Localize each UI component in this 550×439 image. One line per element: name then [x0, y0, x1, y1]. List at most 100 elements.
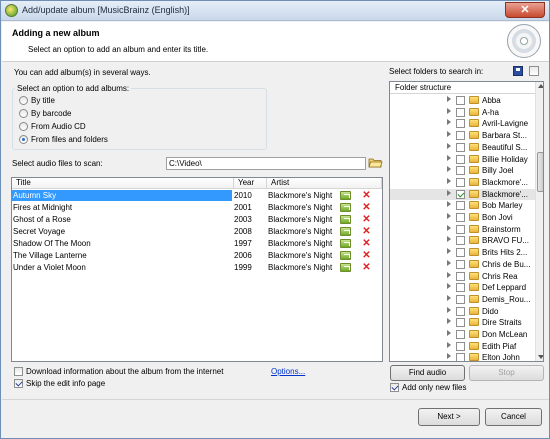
expand-arrow-icon[interactable]	[447, 201, 451, 208]
lookup-arrow-icon[interactable]	[340, 239, 351, 248]
folder-checkbox[interactable]	[456, 107, 465, 117]
folder-checkbox[interactable]	[456, 330, 465, 339]
tree-item[interactable]: Abba	[390, 95, 535, 106]
expand-arrow-icon[interactable]	[447, 248, 451, 255]
radio-by-title-label[interactable]: By title	[31, 96, 55, 105]
lookup-arrow-icon[interactable]	[340, 251, 351, 260]
expand-arrow-icon[interactable]	[447, 306, 451, 313]
lookup-arrow-icon[interactable]	[340, 203, 351, 212]
expand-arrow-icon[interactable]	[447, 154, 451, 161]
folder-checkbox[interactable]	[456, 259, 465, 269]
tree-item[interactable]: Brainstorm	[390, 224, 535, 235]
folder-checkbox[interactable]	[456, 142, 465, 152]
tree-item[interactable]: A-ha	[390, 107, 535, 118]
delete-x-icon[interactable]: ✕	[362, 263, 371, 273]
tree-item[interactable]: Avril-Lavigne	[390, 118, 535, 129]
expand-arrow-icon[interactable]	[447, 131, 451, 138]
stop-button[interactable]: Stop	[469, 365, 544, 381]
folder-checkbox[interactable]	[456, 353, 465, 361]
download-info-checkbox[interactable]	[14, 367, 23, 376]
expand-arrow-icon[interactable]	[447, 283, 451, 290]
expand-arrow-icon[interactable]	[447, 189, 451, 196]
folder-checkbox[interactable]	[456, 306, 465, 316]
folder-checkbox[interactable]	[456, 294, 465, 304]
select-all-folders-checkbox[interactable]	[529, 66, 539, 76]
tree-item[interactable]: Edith Piaf	[390, 341, 535, 352]
radio-by-barcode-label[interactable]: By barcode	[31, 109, 71, 118]
expand-arrow-icon[interactable]	[447, 330, 451, 336]
audio-files-list[interactable]: Title Year Artist Autumn Sky 2010 Blackmor…	[11, 177, 383, 362]
tree-item[interactable]: Dire Straits	[390, 317, 535, 328]
folder-checkbox[interactable]	[456, 248, 465, 258]
tree-item[interactable]: Barbara St...	[390, 130, 535, 141]
table-row[interactable]: Autumn Sky 2010 Blackmore's Night ✕	[12, 190, 382, 201]
delete-x-icon[interactable]: ✕	[362, 239, 371, 249]
table-row[interactable]: Shadow Of The Moon 1997 Blackmore's Night ✕	[12, 238, 382, 249]
find-audio-button[interactable]: Find audio	[390, 365, 465, 381]
radio-from-files-and-folders-label[interactable]: From files and folders	[31, 135, 108, 144]
folder-checkbox[interactable]	[456, 177, 465, 187]
lookup-arrow-icon[interactable]	[340, 191, 351, 200]
folder-checkbox[interactable]	[456, 166, 465, 176]
folder-checkbox[interactable]	[456, 236, 465, 246]
expand-arrow-icon[interactable]	[447, 213, 451, 219]
tree-item[interactable]: Chris Rea	[390, 271, 535, 282]
tree-item[interactable]: Don McLean	[390, 329, 535, 340]
save-icon[interactable]	[513, 66, 523, 76]
expand-arrow-icon[interactable]	[447, 341, 451, 348]
tree-item[interactable]: Beautiful S...	[390, 142, 535, 153]
scroll-thumb[interactable]	[537, 152, 543, 192]
delete-x-icon[interactable]: ✕	[362, 203, 371, 213]
folder-checkbox[interactable]	[456, 96, 465, 105]
folder-checkbox[interactable]	[456, 201, 465, 211]
add-only-new-checkbox[interactable]	[390, 383, 399, 392]
folder-checkbox[interactable]	[456, 318, 465, 328]
table-row[interactable]: The Village Lanterne 2006 Blackmore's Nigh…	[12, 250, 382, 261]
column-title[interactable]: Title	[12, 178, 234, 189]
column-artist[interactable]: Artist	[267, 178, 382, 189]
tree-item[interactable]: Blackmore'...	[390, 177, 535, 188]
expand-arrow-icon[interactable]	[447, 96, 451, 102]
folder-checkbox[interactable]	[456, 119, 465, 129]
expand-arrow-icon[interactable]	[447, 107, 451, 114]
tree-item[interactable]: Bob Marley	[390, 200, 535, 211]
radio-from-audio-cd[interactable]	[19, 122, 28, 131]
scroll-down-icon[interactable]	[538, 355, 543, 359]
column-year[interactable]: Year	[234, 178, 267, 189]
folder-checkbox[interactable]	[456, 154, 465, 164]
next-button[interactable]: Next >	[418, 408, 480, 426]
tree-scrollbar[interactable]	[535, 82, 543, 361]
expand-arrow-icon[interactable]	[447, 166, 451, 173]
tree-item[interactable]: Brits Hits 2...	[390, 247, 535, 258]
expand-arrow-icon[interactable]	[447, 119, 451, 126]
delete-x-icon[interactable]: ✕	[362, 215, 371, 225]
tree-item[interactable]: Chris de Bu...	[390, 259, 535, 270]
folder-checkbox[interactable]	[456, 189, 465, 199]
folder-checkbox[interactable]	[456, 271, 465, 281]
scan-path-input[interactable]: C:\Video\	[166, 157, 366, 170]
close-button[interactable]: ✕	[505, 2, 545, 18]
tree-item[interactable]: Elton John	[390, 352, 535, 361]
expand-arrow-icon[interactable]	[447, 236, 451, 243]
expand-arrow-icon[interactable]	[447, 224, 451, 231]
lookup-arrow-icon[interactable]	[340, 215, 351, 224]
expand-arrow-icon[interactable]	[447, 294, 451, 301]
radio-from-files-and-folders[interactable]	[19, 135, 28, 144]
tree-item[interactable]: Demis_Rou...	[390, 294, 535, 305]
table-row[interactable]: Under a Violet Moon 1999 Blackmore's Night…	[12, 262, 382, 273]
expand-arrow-icon[interactable]	[447, 318, 451, 325]
lookup-arrow-icon[interactable]	[340, 263, 351, 272]
skip-edit-checkbox[interactable]	[14, 379, 23, 388]
tree-item[interactable]: Billy Joel	[390, 165, 535, 176]
tree-item[interactable]: Dido	[390, 306, 535, 317]
folder-checkbox[interactable]	[456, 131, 465, 141]
radio-by-title[interactable]	[19, 96, 28, 105]
scroll-up-icon[interactable]	[538, 84, 543, 88]
tree-item[interactable]: Bon Jovi	[390, 212, 535, 223]
expand-arrow-icon[interactable]	[447, 177, 451, 184]
browse-folder-icon[interactable]	[368, 156, 383, 169]
table-row[interactable]: Secret Voyage 2008 Blackmore's Night ✕	[12, 226, 382, 237]
lookup-arrow-icon[interactable]	[340, 227, 351, 236]
expand-arrow-icon[interactable]	[447, 271, 451, 278]
expand-arrow-icon[interactable]	[447, 142, 451, 149]
